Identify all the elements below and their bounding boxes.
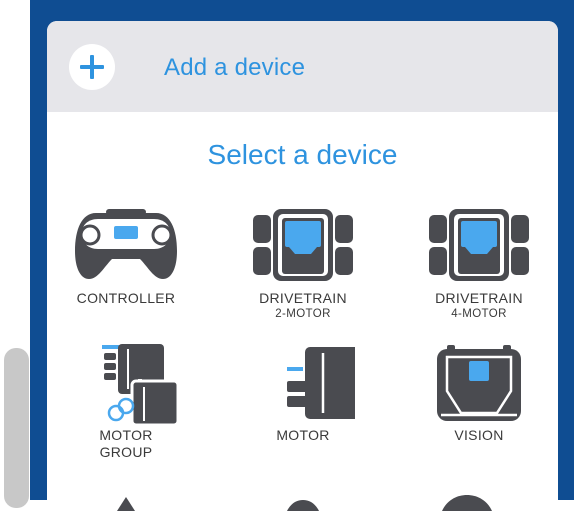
- device-sublabel: 4-MOTOR: [451, 308, 507, 320]
- device-label-line2: GROUP: [99, 444, 153, 460]
- device-panel: Add a device Select a device CONTROLLER …: [47, 21, 558, 521]
- page-title: Select a device: [207, 139, 398, 170]
- device-tile-drivetrain-2-motor[interactable]: DRIVETRAIN 2-MOTOR: [223, 207, 383, 322]
- device-label: DRIVETRAIN: [259, 290, 347, 306]
- plus-icon: [80, 55, 104, 79]
- drivetrain-4-motor-icon: [429, 209, 529, 281]
- scrollbar-thumb[interactable]: [4, 348, 29, 508]
- device-label: DRIVETRAIN: [435, 290, 523, 306]
- drivetrain-2-motor-icon: [253, 209, 353, 281]
- add-device-button[interactable]: Add a device: [47, 21, 558, 112]
- device-tile-vision[interactable]: VISION: [399, 343, 558, 444]
- motor-icon: [287, 347, 355, 419]
- device-tile-drivetrain-4-motor[interactable]: DRIVETRAIN 4-MOTOR: [399, 207, 558, 322]
- device-label: MOTOR: [276, 427, 330, 443]
- device-tile-controller[interactable]: CONTROLLER: [47, 207, 206, 307]
- device-label: CONTROLLER: [76, 290, 176, 306]
- add-device-label: Add a device: [164, 54, 306, 81]
- add-device-circle[interactable]: [69, 44, 115, 90]
- device-sublabel: 2-MOTOR: [275, 308, 331, 320]
- device-label: VISION: [454, 427, 504, 443]
- motor-group-icon: [102, 344, 178, 425]
- device-tile-motor[interactable]: MOTOR: [223, 343, 383, 444]
- controller-icon: [75, 209, 177, 279]
- background-window: [0, 0, 30, 508]
- next-row-icons-partial: [117, 495, 492, 511]
- device-tile-motor-group[interactable]: MOTOR GROUP: [47, 343, 206, 461]
- vision-icon: [437, 345, 521, 421]
- device-label: MOTOR: [99, 427, 153, 443]
